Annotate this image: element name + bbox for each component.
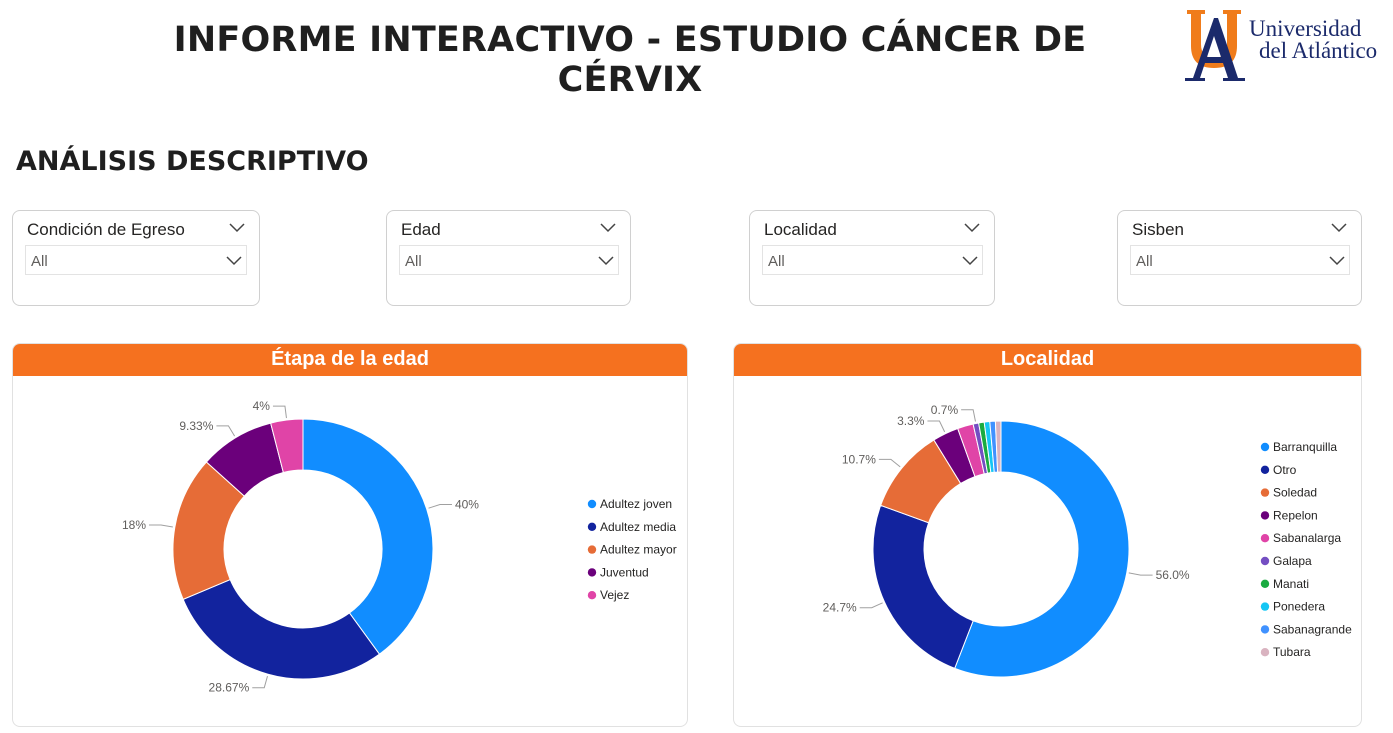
filter-value: All: [405, 253, 422, 270]
filter-label: Edad: [401, 220, 441, 239]
chevron-down-icon[interactable]: [962, 254, 978, 266]
data-label-vejez: 4%: [253, 399, 271, 413]
data-label-repelon: 3.3%: [897, 414, 925, 428]
legend-marker-adultez-media: [587, 522, 597, 531]
legend-marker-repelon: [1260, 511, 1270, 520]
legend-item-barranquilla[interactable]: Barranquilla: [1273, 440, 1337, 454]
chevron-down-icon[interactable]: [1331, 221, 1347, 233]
data-label-leader-line: [216, 425, 236, 437]
university-logo: Universidad del Atlántico: [1183, 4, 1388, 84]
filter-value: All: [31, 253, 48, 270]
logo-line-1: Universidad: [1249, 16, 1362, 41]
chart-card-localidad: Localidad 56.0% 24.7% 10.7% 3.3% 0.7% Barranq…: [733, 343, 1362, 727]
filter-edad: Edad All: [386, 210, 631, 306]
legend-item-adultez-joven[interactable]: Adultez joven: [600, 497, 672, 511]
data-label-leader-line: [272, 405, 287, 419]
data-label-leader-line: [1128, 572, 1153, 576]
filter-localidad: Localidad All: [749, 210, 995, 306]
filter-dropdown[interactable]: All: [25, 245, 247, 275]
legend-item-vejez[interactable]: Vejez: [600, 588, 629, 602]
data-label-juventud: 9.33%: [179, 419, 213, 433]
filter-label: Condición de Egreso: [27, 220, 185, 239]
legend-item-adultez-media[interactable]: Adultez media: [600, 520, 676, 534]
legend-marker-soledad: [1260, 488, 1270, 497]
data-label-galapa: 0.7%: [931, 403, 959, 417]
legend-marker-tubara: [1260, 648, 1270, 657]
donut-chart-etapa-edad: 40% 28.67% 18% 9.33% 4% Adultez joven Adultez …: [122, 399, 677, 695]
legend-marker-ponedera: [1260, 602, 1270, 611]
legend-marker-sabanagrande: [1260, 625, 1270, 634]
filter-dropdown[interactable]: All: [762, 245, 983, 275]
legend-marker-barranquilla: [1260, 442, 1270, 452]
data-label-adultez-joven: 40%: [455, 498, 479, 512]
legend-marker-galapa: [1260, 556, 1270, 566]
donut-slice-otro[interactable]: [872, 504, 974, 669]
legend-item-tubara[interactable]: Tubara: [1273, 645, 1311, 659]
chevron-down-icon[interactable]: [1329, 254, 1345, 266]
legend-item-juventud[interactable]: Juventud: [600, 565, 649, 579]
data-label-otro: 24.7%: [823, 601, 857, 615]
donut-slice-adultez-joven[interactable]: [302, 418, 434, 655]
data-label-leader-line: [252, 675, 268, 689]
data-label-leader-line: [878, 458, 901, 468]
chevron-down-icon[interactable]: [598, 254, 614, 266]
legend-item-soledad[interactable]: Soledad: [1273, 486, 1317, 500]
legend-item-repelon[interactable]: Repelon: [1273, 508, 1318, 522]
donut-chart-localidad: 56.0% 24.7% 10.7% 3.3% 0.7% Barranquilla Otro S…: [823, 403, 1352, 678]
legend-item-otro[interactable]: Otro: [1273, 463, 1297, 477]
legend-marker-manati: [1260, 579, 1270, 588]
legend-marker-sabanalarga: [1260, 534, 1270, 543]
donut-slice-adultez-media[interactable]: [182, 578, 381, 680]
university-logo-icon: [1185, 10, 1245, 81]
chevron-down-icon[interactable]: [229, 221, 245, 233]
data-label-soledad: 10.7%: [842, 452, 876, 466]
data-label-leader-line: [149, 524, 173, 528]
legend-item-adultez-mayor[interactable]: Adultez mayor: [600, 543, 677, 557]
legend-item-sabanagrande[interactable]: Sabanagrande: [1273, 622, 1352, 636]
legend-marker-adultez-joven: [587, 499, 597, 509]
data-label-leader-line: [859, 602, 883, 609]
filter-label: Sisben: [1132, 220, 1184, 239]
legend-item-galapa[interactable]: Galapa: [1273, 554, 1312, 568]
data-label-adultez-media: 28.67%: [209, 681, 250, 695]
data-label-leader-line: [428, 504, 452, 509]
filter-label: Localidad: [764, 220, 837, 239]
legend-marker-adultez-mayor: [587, 545, 597, 554]
report-title: INFORME INTERACTIVO - ESTUDIO CÁNCER DE …: [173, 20, 1087, 100]
legend-item-manati[interactable]: Manati: [1273, 577, 1309, 591]
legend-marker-otro: [1260, 465, 1270, 474]
filter-dropdown[interactable]: All: [399, 245, 619, 275]
legend-marker-vejez: [587, 591, 597, 600]
filter-value: All: [1136, 253, 1153, 270]
legend-marker-juventud: [587, 568, 597, 577]
legend-item-sabanalarga[interactable]: Sabanalarga: [1273, 531, 1341, 545]
data-label-leader-line: [927, 420, 946, 433]
chevron-down-icon[interactable]: [964, 221, 980, 233]
chevron-down-icon[interactable]: [226, 254, 242, 266]
data-label-barranquilla: 56.0%: [1156, 568, 1190, 582]
legend-item-ponedera[interactable]: Ponedera: [1273, 600, 1325, 614]
filter-value: All: [768, 253, 785, 270]
section-title: ANÁLISIS DESCRIPTIVO: [16, 146, 369, 177]
filter-dropdown[interactable]: All: [1130, 245, 1350, 275]
filter-condicion-egreso: Condición de Egreso All: [12, 210, 260, 306]
chart-card-etapa-edad: Étapa de la edad 40% 28.67% 18% 9.33% 4% Adul…: [12, 343, 688, 727]
data-label-leader-line: [961, 409, 976, 422]
data-label-adultez-mayor: 18%: [122, 518, 146, 532]
filter-sisben: Sisben All: [1117, 210, 1362, 306]
university-logo-text: Universidad del Atlántico: [1249, 16, 1378, 63]
chevron-down-icon[interactable]: [600, 221, 616, 233]
logo-line-2: del Atlántico: [1259, 38, 1378, 63]
